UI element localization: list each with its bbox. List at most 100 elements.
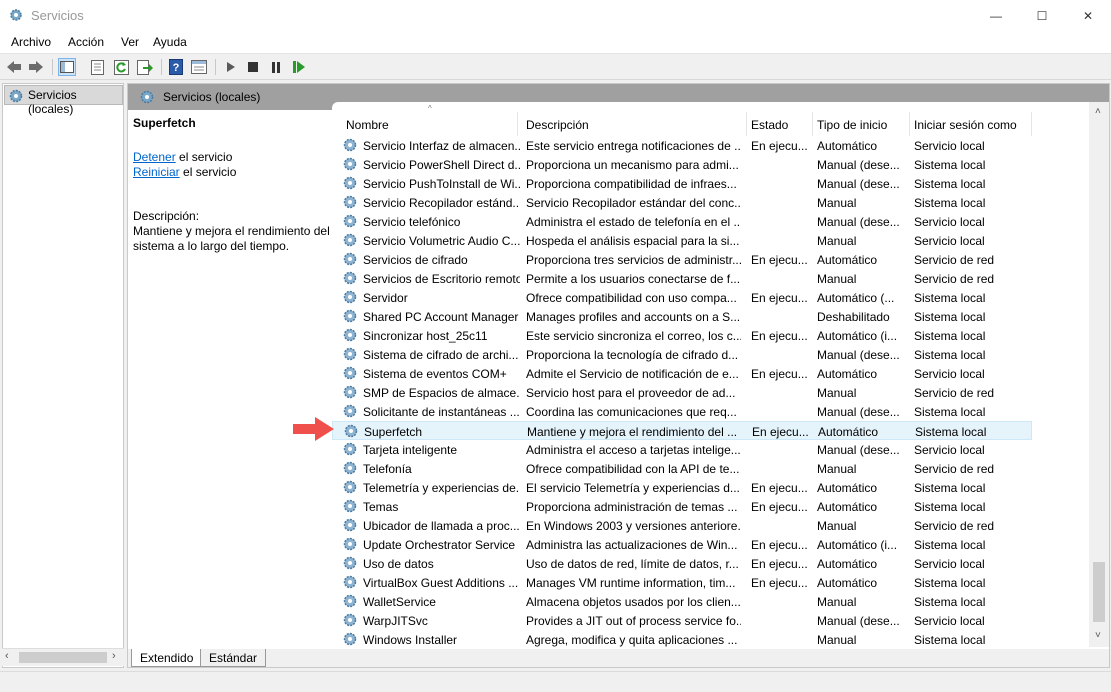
menu-accion[interactable]: Acción	[68, 35, 104, 49]
cell-iniciar-sesion: Servicio local	[914, 557, 985, 571]
tab-estandar[interactable]: Estándar	[200, 649, 267, 667]
list-vertical-scrollbar[interactable]: ˄ ˅	[1089, 102, 1109, 647]
minimize-button[interactable]: —	[973, 0, 1019, 31]
cell-nombre: Tarjeta inteligente	[363, 443, 458, 457]
column-header-descripcion[interactable]: Descripción	[522, 112, 747, 136]
properties-icon[interactable]	[88, 58, 106, 76]
console-tree: Servicios (locales)	[2, 83, 124, 668]
cell-iniciar-sesion: Servicio de red	[914, 253, 995, 267]
column-header-iniciar-sesion[interactable]: Iniciar sesión como	[910, 112, 1032, 136]
cell-descripcion: Provides a JIT out of process service fo…	[526, 614, 741, 628]
cell-iniciar-sesion: Servicio local	[914, 215, 985, 229]
start-icon[interactable]	[222, 58, 240, 76]
stop-icon[interactable]	[244, 58, 262, 76]
scroll-thumb[interactable]	[19, 652, 107, 663]
back-icon[interactable]	[5, 58, 23, 76]
table-row[interactable]: Sistema de cifrado de archi... Proporcion…	[332, 345, 1032, 364]
cell-iniciar-sesion: Sistema local	[914, 291, 986, 305]
table-row[interactable]: WalletService Almacena objetos usados por…	[332, 592, 1032, 611]
cell-nombre: Servidor	[363, 291, 408, 305]
table-row[interactable]: Servicio PowerShell Direct d... Proporcio…	[332, 155, 1032, 174]
forward-icon[interactable]	[27, 58, 45, 76]
cell-descripcion: Proporciona la tecnología de cifrado d..…	[526, 348, 739, 362]
stop-service-link[interactable]: Detener	[133, 150, 176, 164]
table-row[interactable]: Servicio Interfaz de almacen... Este serv…	[332, 136, 1032, 155]
tab-extendido[interactable]: Extendido	[131, 649, 203, 667]
cell-tipo-inicio: Manual	[817, 519, 857, 533]
cell-descripcion: Ofrece compatibilidad con uso compa...	[526, 291, 737, 305]
service-gear-icon	[343, 499, 357, 513]
tree-item-servicios-locales[interactable]: Servicios (locales)	[4, 85, 123, 116]
service-gear-icon	[343, 385, 357, 399]
table-row[interactable]: Sincronizar host_25c11 Este servicio sinc…	[332, 326, 1032, 345]
menu-archivo[interactable]: Archivo	[11, 35, 51, 49]
table-row[interactable]: Servicio telefónico Administra el estado …	[332, 212, 1032, 231]
scroll-right-icon[interactable]: ›	[112, 650, 116, 662]
cell-iniciar-sesion: Sistema local	[914, 329, 986, 343]
table-row[interactable]: Servicio Recopilador estánd... Servicio R…	[332, 193, 1032, 212]
table-row[interactable]: Update Orchestrator Service Administra la…	[332, 535, 1032, 554]
table-row[interactable]: Telemetría y experiencias de... El servic…	[332, 478, 1032, 497]
tree-horizontal-scrollbar[interactable]: ‹ ›	[2, 648, 124, 666]
maximize-button[interactable]: ☐	[1019, 0, 1065, 31]
tree-item-label: Servicios (locales)	[28, 88, 77, 116]
table-row[interactable]: Uso de datos Uso de datos de red, límite …	[332, 554, 1032, 573]
help-icon[interactable]: ?	[167, 58, 185, 76]
table-row[interactable]: WarpJITSvc Provides a JIT out of process …	[332, 611, 1032, 630]
table-row[interactable]: Servicios de cifrado Proporciona tres ser…	[332, 250, 1032, 269]
column-header-tipo-inicio[interactable]: Tipo de inicio	[813, 112, 910, 136]
scroll-up-icon[interactable]: ˄	[1095, 106, 1101, 117]
export-icon[interactable]	[136, 58, 154, 76]
cell-estado: En ejecu...	[751, 139, 808, 153]
table-row[interactable]: Superfetch Mantiene y mejora el rendimien…	[332, 421, 1032, 440]
service-gear-icon	[343, 271, 357, 285]
cell-estado: En ejecu...	[751, 329, 808, 343]
gear-icon	[9, 89, 23, 103]
table-row[interactable]: VirtualBox Guest Additions ... Manages VM…	[332, 573, 1032, 592]
cell-tipo-inicio: Manual	[817, 386, 857, 400]
scroll-down-icon[interactable]: ˅	[1095, 630, 1101, 641]
cell-nombre: Update Orchestrator Service	[363, 538, 516, 552]
service-gear-icon	[343, 176, 357, 190]
table-row[interactable]: Servidor Ofrece compatibilidad con uso co…	[332, 288, 1032, 307]
cell-estado: En ejecu...	[752, 425, 809, 439]
table-row[interactable]: Solicitante de instantáneas ... Coordina …	[332, 402, 1032, 421]
restart-service-link[interactable]: Reiniciar	[133, 165, 180, 179]
cell-tipo-inicio: Automático	[817, 557, 878, 571]
cell-tipo-inicio: Automático	[817, 139, 878, 153]
show-tree-icon[interactable]	[58, 58, 76, 76]
scroll-left-icon[interactable]: ‹	[5, 650, 9, 662]
table-row[interactable]: Servicios de Escritorio remoto Permite a …	[332, 269, 1032, 288]
column-header-estado[interactable]: Estado	[747, 112, 813, 136]
cell-descripcion: Servicio host para el proveedor de ad...	[526, 386, 736, 400]
cell-iniciar-sesion: Servicio de red	[914, 519, 995, 533]
cell-descripcion: Proporciona administración de temas ...	[526, 500, 738, 514]
scroll-thumb[interactable]	[1093, 562, 1105, 622]
cell-descripcion: Permite a los usuarios conectarse de f..…	[526, 272, 741, 286]
service-gear-icon	[343, 328, 357, 342]
cell-descripcion: Servicio Recopilador estándar del conc..…	[526, 196, 741, 210]
details-icon[interactable]	[190, 58, 208, 76]
pause-icon[interactable]	[267, 58, 285, 76]
cell-iniciar-sesion: Sistema local	[914, 481, 986, 495]
table-row[interactable]: Shared PC Account Manager Manages profile…	[332, 307, 1032, 326]
table-row[interactable]: SMP de Espacios de almace... Servicio hos…	[332, 383, 1032, 402]
cell-nombre: Temas	[363, 500, 399, 514]
restart-icon[interactable]	[290, 58, 308, 76]
close-button[interactable]: ✕	[1065, 0, 1111, 31]
table-row[interactable]: Servicio PushToInstall de Wi... Proporcio…	[332, 174, 1032, 193]
table-row[interactable]: Tarjeta inteligente Administra el acceso …	[332, 440, 1032, 459]
table-row[interactable]: Telefonía Ofrece compatibilidad con la AP…	[332, 459, 1032, 478]
menu-ver[interactable]: Ver	[121, 35, 139, 49]
cell-descripcion: Proporciona compatibilidad de infraes...	[526, 177, 737, 191]
column-header-nombre[interactable]: Nombre	[342, 112, 518, 136]
table-row[interactable]: Ubicador de llamada a proc... En Windows …	[332, 516, 1032, 535]
table-row[interactable]: Sistema de eventos COM+ Admite el Servici…	[332, 364, 1032, 383]
cell-tipo-inicio: Manual	[817, 595, 857, 609]
table-row[interactable]: Temas Proporciona administración de temas…	[332, 497, 1032, 516]
refresh-icon[interactable]	[112, 58, 130, 76]
menu-ayuda[interactable]: Ayuda	[153, 35, 187, 49]
table-row[interactable]: Windows Installer Agrega, modifica y quit…	[332, 630, 1032, 649]
cell-iniciar-sesion: Servicio local	[914, 139, 985, 153]
table-row[interactable]: Servicio Volumetric Audio C... Hospeda el…	[332, 231, 1032, 250]
